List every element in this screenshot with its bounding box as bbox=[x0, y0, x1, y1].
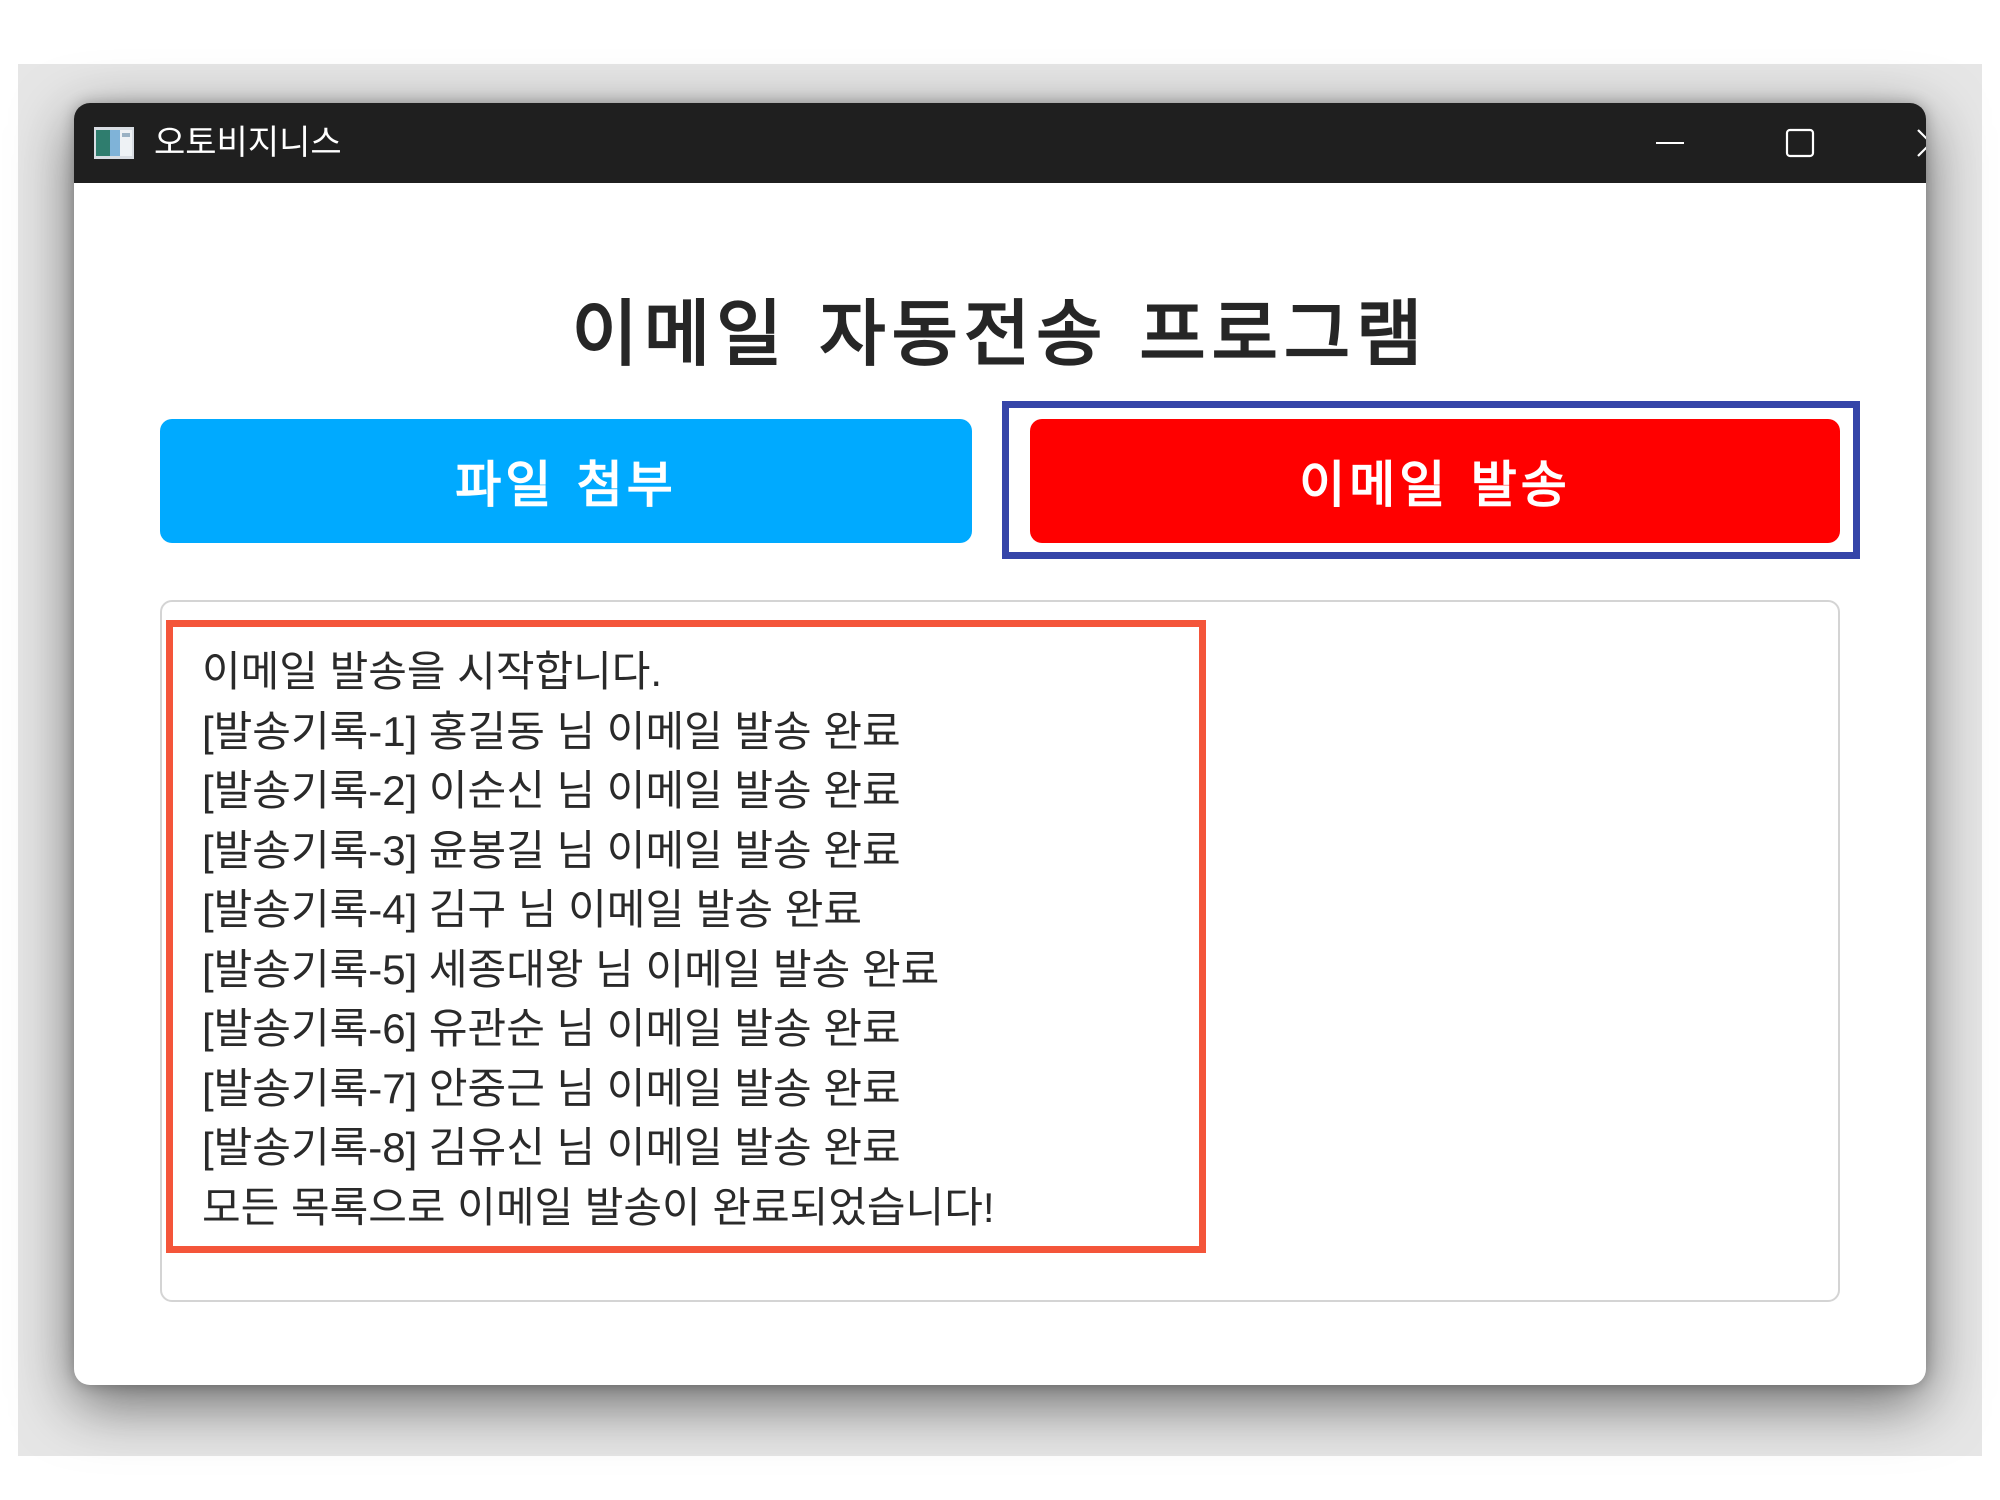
maximize-icon bbox=[1785, 128, 1815, 158]
log-line: 이메일 발송을 시작합니다. bbox=[202, 648, 663, 695]
log-line: [발송기록-3] 윤봉길 님 이메일 발송 완료 bbox=[202, 826, 901, 874]
window-title: 오토비지니스 bbox=[154, 123, 342, 163]
app-icon bbox=[94, 127, 134, 159]
log-line: [발송기록-2] 이순신 님 이메일 발송 완료 bbox=[202, 767, 901, 814]
log-lines: 이메일 발송을 시작합니다. [발송기록-1] 홍길동 님 이메일 발송 완료 … bbox=[202, 642, 995, 1237]
log-line: [발송기록-7] 안중근 님 이메일 발송 완료 bbox=[202, 1064, 901, 1112]
send-email-button[interactable]: 이메일 발송 bbox=[1030, 419, 1840, 543]
close-button[interactable] bbox=[1866, 103, 1926, 183]
minimize-button[interactable] bbox=[1605, 103, 1735, 183]
attach-file-button[interactable]: 파일 첨부 bbox=[160, 419, 972, 543]
log-line: [발송기록-6] 유관순 님 이메일 발송 완료 bbox=[202, 1005, 901, 1052]
log-line: [발송기록-5] 세종대왕 님 이메일 발송 완료 bbox=[202, 945, 940, 993]
maximize-button[interactable] bbox=[1735, 103, 1865, 183]
close-icon bbox=[1917, 129, 1926, 157]
title-bar[interactable]: 오토비지니스 bbox=[74, 103, 1926, 183]
minimize-icon bbox=[1656, 142, 1684, 144]
log-line: [발송기록-8] 김유신 님 이메일 발송 완료 bbox=[202, 1124, 901, 1171]
log-line: [발송기록-1] 홍길동 님 이메일 발송 완료 bbox=[202, 707, 901, 755]
window-content: 이메일 자동전송 프로그램 파일 첨부 이메일 발송 이메일 발송을 시작합니다… bbox=[74, 183, 1926, 1385]
page-title: 이메일 자동전송 프로그램 bbox=[571, 292, 1429, 376]
log-line: 모든 목록으로 이메일 발송이 완료되었습니다! bbox=[202, 1183, 995, 1231]
log-line: [발송기록-4] 김구 님 이메일 발송 완료 bbox=[202, 886, 862, 933]
app-window: 오토비지니스 이메일 자동전송 프로그램 파일 첨부 이메일 발송 이메일 발송… bbox=[74, 103, 1926, 1385]
